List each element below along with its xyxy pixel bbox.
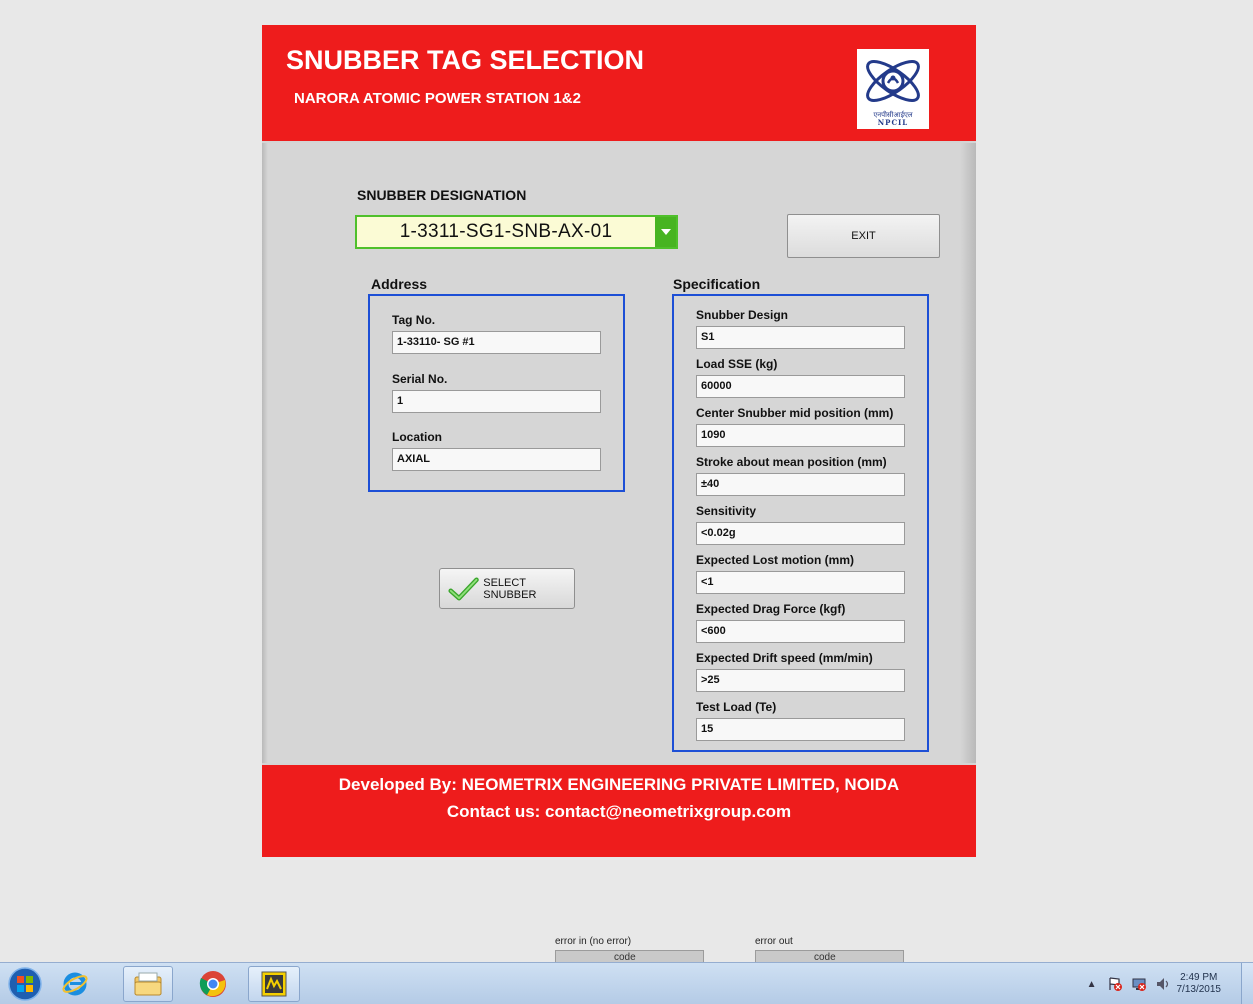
drag-force-field[interactable]: <600: [696, 620, 905, 643]
action-center-flag-icon[interactable]: [1107, 976, 1123, 992]
show-desktop-button[interactable]: [1241, 963, 1253, 1004]
internet-explorer-icon: [62, 972, 88, 996]
header-banner: SNUBBER TAG SELECTION NARORA ATOMIC POWE…: [262, 25, 976, 141]
developer-credit: Developed By: NEOMETRIX ENGINEERING PRIV…: [338, 775, 900, 794]
drift-speed-field[interactable]: >25: [696, 669, 905, 692]
select-snubber-button[interactable]: SELECT SNUBBER: [439, 568, 575, 609]
drag-force-label: Expected Drag Force (kgf): [696, 602, 846, 616]
system-clock[interactable]: 2:49 PM 7/13/2015: [1177, 972, 1222, 996]
app-title: SNUBBER TAG SELECTION: [286, 45, 645, 75]
error-in-label: error in (no error): [555, 936, 632, 947]
center-mid-position-label: Center Snubber mid position (mm): [696, 406, 894, 420]
snubber-tag-selection-window: SNUBBER TAG SELECTION NARORA ATOMIC POWE…: [262, 25, 976, 857]
serial-no-field[interactable]: 1: [392, 390, 601, 413]
show-hidden-icons-icon[interactable]: ▲: [1087, 979, 1097, 990]
checkmark-icon: [448, 577, 479, 600]
stroke-label: Stroke about mean position (mm): [696, 455, 887, 469]
chrome-icon: [199, 971, 226, 997]
test-load-field[interactable]: 15: [696, 718, 905, 741]
labview-icon: [261, 971, 287, 997]
address-group: Tag No. 1-33110- SG #1 Serial No. 1 Loca…: [368, 294, 625, 492]
test-load-label: Test Load (Te): [696, 700, 777, 714]
internet-explorer-button[interactable]: [52, 966, 98, 1002]
specification-group: Snubber Design S1 Load SSE (kg) 60000 Ce…: [672, 294, 929, 752]
exit-button[interactable]: EXIT: [787, 214, 940, 258]
main-area: SNUBBER DESIGNATION 1-3311-SG1-SNB-AX-01…: [262, 143, 976, 763]
snubber-designation-dropdown[interactable]: 1-3311-SG1-SNB-AX-01: [355, 215, 678, 249]
location-field[interactable]: AXIAL: [392, 448, 601, 471]
address-title: Address: [371, 276, 428, 292]
dropdown-arrow-icon[interactable]: [655, 217, 676, 247]
tag-no-field[interactable]: 1-33110- SG #1: [392, 331, 601, 354]
start-orb-icon: [8, 967, 42, 1001]
snubber-designation-value: 1-3311-SG1-SNB-AX-01: [399, 221, 613, 242]
load-sse-field[interactable]: 60000: [696, 375, 905, 398]
network-icon[interactable]: [1131, 976, 1147, 992]
labview-button[interactable]: [248, 966, 300, 1002]
app-subtitle: NARORA ATOMIC POWER STATION 1&2: [294, 90, 581, 107]
sensitivity-field[interactable]: <0.02g: [696, 522, 905, 545]
footer-banner: Developed By: NEOMETRIX ENGINEERING PRIV…: [262, 765, 976, 857]
npcil-logo: एनपीसीआईएल NPCIL: [857, 49, 929, 129]
clock-date: 7/13/2015: [1176, 984, 1222, 995]
location-label: Location: [392, 430, 442, 444]
error-in-cluster[interactable]: code: [555, 950, 704, 962]
snubber-design-label: Snubber Design: [696, 308, 789, 322]
stroke-field[interactable]: ±40: [696, 473, 905, 496]
serial-no-label: Serial No.: [392, 372, 448, 386]
logo-caption-text: NPCIL: [877, 118, 909, 127]
snubber-designation-label: SNUBBER DESIGNATION: [357, 187, 527, 203]
file-explorer-icon: [134, 972, 162, 996]
select-snubber-label: SELECT SNUBBER: [483, 576, 537, 601]
start-button[interactable]: [4, 966, 46, 1002]
error-code-partial-label: code: [614, 952, 636, 963]
chrome-button[interactable]: [190, 966, 236, 1002]
volume-icon[interactable]: [1155, 976, 1171, 992]
error-out-cluster: code: [755, 950, 904, 962]
clock-time: 2:49 PM: [1180, 972, 1218, 983]
file-explorer-button[interactable]: [123, 966, 173, 1002]
windows-taskbar: ▲ 2:49 PM 7/13/2015: [0, 962, 1253, 1004]
lost-motion-label: Expected Lost motion (mm): [696, 553, 855, 567]
load-sse-label: Load SSE (kg): [696, 357, 778, 371]
center-mid-position-field[interactable]: 1090: [696, 424, 905, 447]
specification-title: Specification: [673, 276, 761, 292]
atom-logo-icon: [866, 60, 920, 102]
drift-speed-label: Expected Drift speed (mm/min): [696, 651, 873, 665]
sensitivity-label: Sensitivity: [696, 504, 757, 518]
error-code-partial-label: code: [814, 952, 836, 963]
error-out-label: error out: [755, 936, 793, 947]
tag-no-label: Tag No.: [392, 313, 436, 327]
lost-motion-field[interactable]: <1: [696, 571, 905, 594]
contact-info: Contact us: contact@neometrixgroup.com: [446, 802, 792, 821]
system-tray: ▲ 2:49 PM 7/13/2015: [1087, 963, 1253, 1004]
snubber-design-field[interactable]: S1: [696, 326, 905, 349]
